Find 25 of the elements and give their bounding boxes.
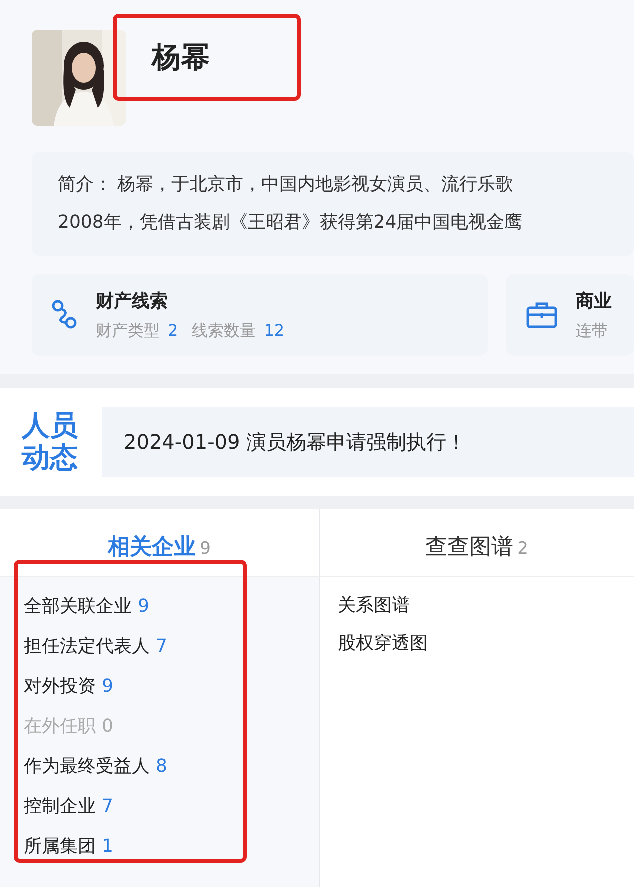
graph-link[interactable]: 股权穿透图	[338, 631, 428, 656]
company-filter-item[interactable]: 所属集团 1	[24, 833, 319, 860]
person-name: 杨幂	[152, 39, 210, 76]
info-card[interactable]: 财产线索 财产类型 2 线索数量 12	[32, 274, 488, 356]
stat-value: 12	[264, 320, 285, 342]
company-filter-item[interactable]: 全部关联企业 9	[24, 593, 319, 620]
link-nodes-icon	[52, 300, 78, 330]
stat-label: 连带	[576, 320, 608, 342]
intro-text: 2008年，凭借古装剧《王昭君》获得第24届中国电视金鹰	[58, 211, 524, 235]
briefcase-icon	[526, 301, 558, 329]
company-filter-item[interactable]: 作为最终受益人 8	[24, 753, 319, 780]
section-heading: 人员动态	[22, 410, 79, 474]
info-card[interactable]: 商业 连带	[506, 274, 634, 356]
company-filter-item[interactable]: 对外投资 9	[24, 673, 319, 700]
company-filter-item[interactable]: 担任法定代表人 7	[24, 633, 319, 660]
card-title: 商业	[576, 290, 612, 314]
news-banner[interactable]: 2024-01-09 演员杨幂申请强制执行！	[102, 407, 634, 477]
news-text: 2024-01-09 演员杨幂申请强制执行！	[124, 429, 467, 456]
intro-text: 简介： 杨幂，于北京市，中国内地影视女演员、流行乐歌	[58, 173, 515, 197]
stat-value: 2	[168, 320, 178, 342]
stat-label: 财产类型	[96, 320, 160, 342]
stat-label: 线索数量	[192, 320, 256, 342]
graph-link[interactable]: 关系图谱	[338, 593, 410, 618]
company-filter-item[interactable]: 控制企业 7	[24, 793, 319, 820]
card-title: 财产线索	[96, 290, 169, 314]
